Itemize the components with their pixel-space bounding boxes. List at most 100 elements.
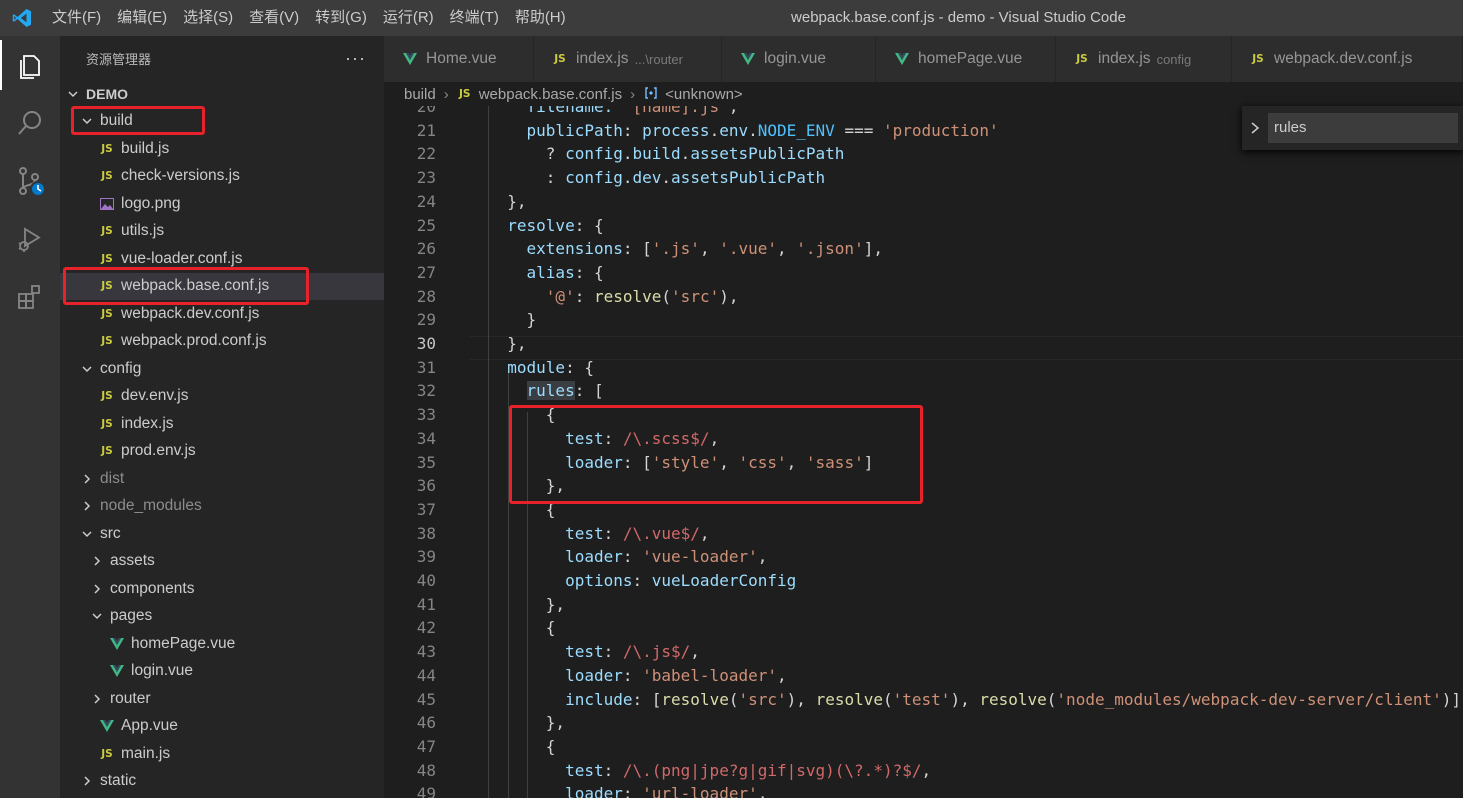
tree-folder[interactable]: assets bbox=[60, 548, 384, 576]
code-token: /\.(png|jpe?g|gif|svg)(\?.*)?$/ bbox=[622, 760, 922, 780]
code-token: ( bbox=[661, 286, 672, 306]
explorer-icon[interactable] bbox=[0, 36, 60, 94]
search-icon[interactable] bbox=[0, 94, 60, 152]
tree-file[interactable]: JS build.js bbox=[60, 135, 384, 163]
code-token: 'test' bbox=[892, 689, 951, 709]
menu-item[interactable]: 终端(T) bbox=[442, 0, 507, 36]
code-token: { bbox=[488, 736, 556, 756]
tree-file[interactable]: JS utils.js bbox=[60, 218, 384, 246]
tree-folder[interactable]: src bbox=[60, 520, 384, 548]
tree-folder[interactable]: node_modules bbox=[60, 493, 384, 521]
vue-file-icon bbox=[402, 51, 418, 67]
tree-file[interactable]: App.vue bbox=[60, 713, 384, 741]
line-number: 42 bbox=[416, 618, 436, 638]
menu-item[interactable]: 查看(V) bbox=[241, 0, 307, 36]
code-token: loader bbox=[565, 547, 623, 567]
line-number: 48 bbox=[416, 760, 436, 780]
line-number: 49 bbox=[416, 784, 436, 798]
breadcrumb-symbol[interactable]: <unknown> bbox=[665, 86, 743, 103]
code-token: alias bbox=[526, 262, 575, 282]
tab-label: index.js bbox=[1098, 50, 1151, 67]
tree-file[interactable]: JS webpack.prod.conf.js bbox=[60, 328, 384, 356]
tree-item-label: App.vue bbox=[121, 717, 178, 735]
tree-item-label: login.vue bbox=[131, 662, 194, 680]
chevron-down-icon bbox=[80, 528, 94, 540]
tree-file[interactable]: JS index.js bbox=[60, 410, 384, 438]
line-number: 40 bbox=[416, 571, 436, 590]
menu-item[interactable]: 运行(R) bbox=[375, 0, 442, 36]
code-token: '.vue' bbox=[719, 239, 777, 259]
menu-item[interactable]: 编辑(E) bbox=[109, 0, 175, 36]
tree-folder[interactable]: dist bbox=[60, 465, 384, 493]
image-file-icon bbox=[99, 196, 115, 212]
code-token: , bbox=[776, 665, 787, 685]
workspace-root[interactable]: DEMO bbox=[60, 80, 384, 108]
tree-file[interactable]: logo.png bbox=[60, 190, 384, 218]
tree-item-label: prod.env.js bbox=[121, 442, 196, 460]
tree-item-label: router bbox=[110, 689, 151, 707]
tree-file[interactable]: JS prod.env.js bbox=[60, 438, 384, 466]
menu-item[interactable]: 选择(S) bbox=[175, 0, 241, 36]
editor-tab[interactable]: JS webpack.dev.conf.js bbox=[1232, 36, 1463, 82]
code-token: : bbox=[603, 642, 623, 662]
tree-folder[interactable]: pages bbox=[60, 603, 384, 631]
line-number: 35 bbox=[416, 452, 436, 472]
highlight-box-build bbox=[71, 106, 205, 135]
extensions-icon[interactable] bbox=[0, 268, 60, 326]
code-text: test: /\.vue$/, bbox=[488, 522, 710, 546]
line-number: 20 bbox=[416, 106, 436, 116]
code-text: publicPath: process.env.NODE_ENV === 'pr… bbox=[488, 119, 999, 143]
tree-file[interactable]: login.vue bbox=[60, 658, 384, 686]
editor-tab[interactable]: login.vue bbox=[722, 36, 876, 82]
code-token: 'babel-loader' bbox=[642, 665, 777, 685]
line-number: 28 bbox=[416, 286, 436, 306]
tree-file[interactable]: JS main.js bbox=[60, 740, 384, 768]
tree-item-label: logo.png bbox=[121, 194, 181, 212]
more-actions-icon[interactable]: ··· bbox=[345, 48, 366, 69]
chevron-right-icon bbox=[90, 583, 104, 595]
code-token: . bbox=[622, 144, 633, 164]
title-bar: 文件(F) 编辑(E) 选择(S) 查看(V) 转到(G) 运行(R) 终端(T) 帮助(H)… bbox=[0, 0, 1463, 36]
tree-folder[interactable]: router bbox=[60, 685, 384, 713]
menu-item[interactable]: 文件(F) bbox=[44, 0, 109, 36]
find-input[interactable] bbox=[1268, 113, 1458, 143]
code-text: test: /\.js$/, bbox=[488, 640, 700, 664]
tree-folder[interactable]: config bbox=[60, 355, 384, 383]
code-token: publicPath bbox=[526, 120, 623, 140]
tree-folder[interactable]: static bbox=[60, 768, 384, 796]
code-token: /\.vue$/ bbox=[622, 523, 700, 543]
line-number: 21 bbox=[416, 120, 436, 140]
run-debug-icon[interactable] bbox=[0, 210, 60, 268]
menu-item[interactable]: 帮助(H) bbox=[507, 0, 574, 36]
breadcrumb-file[interactable]: webpack.base.conf.js bbox=[479, 86, 622, 103]
tree-item-label: vue-loader.conf.js bbox=[121, 249, 243, 267]
code-token: test bbox=[565, 642, 604, 662]
editor-tab[interactable]: homePage.vue bbox=[876, 36, 1056, 82]
tree-file[interactable]: homePage.vue bbox=[60, 630, 384, 658]
editor-tab[interactable]: JS index.js config bbox=[1056, 36, 1232, 82]
tree-item-label: build.js bbox=[121, 139, 170, 157]
tree-file[interactable]: JS check-versions.js bbox=[60, 163, 384, 191]
breadcrumb-folder[interactable]: build bbox=[404, 86, 436, 103]
source-control-icon[interactable] bbox=[0, 152, 60, 210]
editor-tab[interactable]: JS index.js ...\router bbox=[534, 36, 722, 82]
tree-file[interactable]: JS dev.env.js bbox=[60, 383, 384, 411]
code-token: dev bbox=[632, 168, 662, 188]
code-token: '.js' bbox=[651, 239, 700, 259]
js-file-icon: JS bbox=[1252, 53, 1264, 65]
js-file-icon: JS bbox=[554, 53, 566, 65]
code-line: 24 }, bbox=[384, 190, 1463, 214]
menu-item[interactable]: 转到(G) bbox=[307, 0, 375, 36]
code-token: . bbox=[709, 120, 720, 140]
chevron-right-icon bbox=[80, 775, 94, 787]
tree-item-label: static bbox=[100, 772, 137, 790]
editor-tab[interactable]: Home.vue bbox=[384, 36, 534, 82]
toggle-replace-icon[interactable] bbox=[1242, 121, 1268, 135]
tree-folder[interactable]: components bbox=[60, 575, 384, 603]
code-line: 28 '@': resolve('src'), bbox=[384, 285, 1463, 309]
code-token: }, bbox=[488, 334, 527, 353]
